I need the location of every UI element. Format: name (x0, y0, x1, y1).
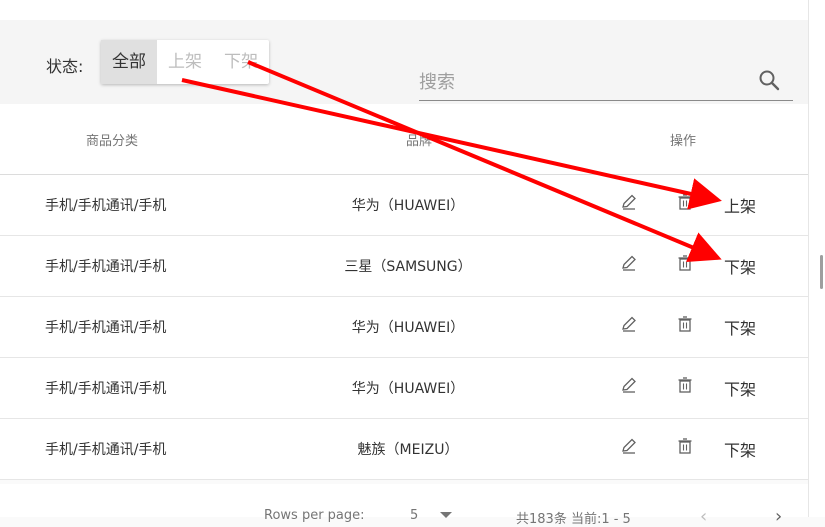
rows-per-page-select[interactable]: 5 (410, 508, 418, 523)
table-row: 手机/手机通讯/手机 魅族（MEIZU） 下架 (0, 419, 808, 480)
table-header: 商品分类 品牌 操作 (0, 104, 808, 175)
top-strip (0, 0, 808, 20)
cell-brand: 华为（HUAWEI） (351, 320, 465, 336)
pencil-icon[interactable] (620, 254, 638, 272)
search-placeholder: 搜索 (419, 72, 455, 93)
scrollbar-thumb[interactable] (820, 255, 823, 289)
cell-category: 手机/手机通讯/手机 (45, 442, 167, 458)
trash-icon[interactable] (676, 376, 694, 394)
table-row: 手机/手机通讯/手机 华为（HUAWEI） 下架 (0, 358, 808, 419)
header-actions: 操作 (670, 134, 697, 149)
table-row: 手机/手机通讯/手机 华为（HUAWEI） 下架 (0, 297, 808, 358)
search-input[interactable]: 搜索 (419, 60, 793, 101)
trash-icon[interactable] (676, 254, 694, 272)
status-filter-group: 全部 上架 下架 (101, 40, 269, 84)
rows-per-page-label: Rows per page: (264, 508, 365, 523)
toggle-shelf-button[interactable]: 下架 (724, 437, 756, 461)
filter-off-shelf-button[interactable]: 下架 (213, 40, 269, 84)
cell-category: 手机/手机通讯/手机 (45, 381, 167, 397)
status-label: 状态: (46, 57, 84, 76)
cell-category: 手机/手机通讯/手机 (45, 259, 167, 275)
cell-brand: 三星（SAMSUNG） (344, 259, 472, 275)
pencil-icon[interactable] (620, 376, 638, 394)
toggle-shelf-button[interactable]: 下架 (724, 315, 756, 339)
table-pagination: Rows per page: 5 共183条 当前:1 - 5 ‹ › (0, 484, 808, 527)
page-range-text: 共183条 当前:1 - 5 (516, 512, 631, 527)
header-brand: 品牌 (406, 134, 433, 149)
caret-down-icon[interactable] (440, 512, 452, 518)
header-category: 商品分类 (86, 134, 139, 149)
cell-category: 手机/手机通讯/手机 (45, 198, 167, 214)
search-icon[interactable] (757, 68, 781, 92)
toggle-shelf-button[interactable]: 下架 (724, 376, 756, 400)
cell-brand: 华为（HUAWEI） (351, 198, 465, 214)
pencil-icon[interactable] (620, 193, 638, 211)
cell-category: 手机/手机通讯/手机 (45, 320, 167, 336)
trash-icon[interactable] (676, 193, 694, 211)
pencil-icon[interactable] (620, 315, 638, 333)
toggle-shelf-button[interactable]: 下架 (724, 254, 756, 278)
product-table: 商品分类 品牌 操作 手机/手机通讯/手机 华为（HUAWEI） 上架 手机/手… (0, 104, 808, 480)
filter-on-shelf-button[interactable]: 上架 (157, 40, 213, 84)
filter-all-button[interactable]: 全部 (101, 40, 157, 84)
cell-brand: 魅族（MEIZU） (357, 442, 459, 458)
table-row: 手机/手机通讯/手机 三星（SAMSUNG） 下架 (0, 236, 808, 297)
cell-brand: 华为（HUAWEI） (351, 381, 465, 397)
trash-icon[interactable] (676, 315, 694, 333)
pencil-icon[interactable] (620, 437, 638, 455)
trash-icon[interactable] (676, 437, 694, 455)
table-row: 手机/手机通讯/手机 华为（HUAWEI） 上架 (0, 175, 808, 236)
filter-toolbar: 状态: 全部 上架 下架 搜索 (0, 20, 808, 105)
toggle-shelf-button[interactable]: 上架 (724, 193, 756, 217)
